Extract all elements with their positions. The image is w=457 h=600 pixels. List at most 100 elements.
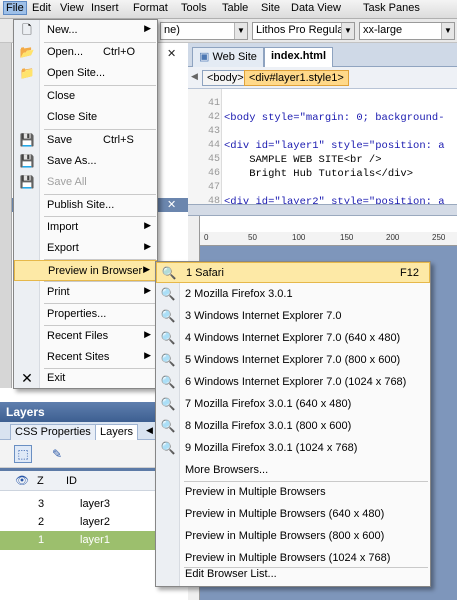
menu-site[interactable]: Site [261,2,280,14]
ruler-tick: 250 [432,233,446,242]
browser-item-firefox-800[interactable]: 🔍 8 Mozilla Firefox 3.0.1 (800 x 600) [156,416,430,437]
save-all-icon: 💾 [19,175,35,189]
menu-task-panes[interactable]: Task Panes [363,2,420,14]
browser-item-label: Edit Browser List... [185,568,277,580]
layer-z: 3 [38,498,45,510]
browser-item-firefox-1024[interactable]: 🔍 9 Mozilla Firefox 3.0.1 (1024 x 768) [156,438,430,459]
chevron-down-icon[interactable]: ▼ [234,23,247,39]
menu-view[interactable]: View [60,2,84,14]
menu-item-multi-browsers-800[interactable]: Preview in Multiple Browsers (800 x 600) [156,526,430,547]
draw-layer-icon[interactable]: ✎ [48,445,66,463]
save-as-icon: 💾 [19,154,35,168]
chevron-down-icon[interactable]: ▼ [341,23,354,39]
column-z[interactable]: Z [37,475,44,487]
menu-item-recent-files[interactable]: Recent Files ▶ [14,326,157,347]
menu-item-shortcut: Ctrl+O [103,46,136,58]
layer-z: 1 [38,534,45,546]
menu-item-save-as[interactable]: 💾 Save As... [14,151,157,172]
close-icon[interactable]: ✕ [167,198,176,211]
chevron-left-icon[interactable]: ◀ [146,425,153,436]
layer-z: 2 [38,516,45,528]
menu-item-exit[interactable]: ✕ Exit [14,368,157,389]
menu-item-publish-site[interactable]: Publish Site... [14,195,157,216]
tab-web-site[interactable]: ▣ Web Site [192,47,264,67]
size-combo[interactable]: xx-large ▼ [359,22,455,40]
browser-item-label: Preview in Multiple Browsers [185,486,326,498]
browser-item-label: 9 Mozilla Firefox 3.0.1 (1024 x 768) [185,442,358,454]
menu-item-import[interactable]: Import ▶ [14,217,157,238]
menu-item-label: Close [47,90,76,102]
browser-item-ie7-1024[interactable]: 🔍 6 Windows Internet Explorer 7.0 (1024 … [156,372,430,393]
browser-item-label: 1 Safari [186,267,224,279]
split-view-divider[interactable] [188,204,457,216]
menu-tools[interactable]: Tools [181,2,207,14]
menu-item-preview-in-browser[interactable]: Preview in Browser ▶ [14,260,157,281]
menu-edit[interactable]: Edit [32,2,51,14]
browser-item-label: More Browsers... [185,464,269,476]
menu-item-properties[interactable]: Properties... [14,304,157,325]
submenu-arrow-icon: ▶ [144,23,151,33]
menu-item-open[interactable]: 📂 Open... Ctrl+O [14,42,157,63]
line-number: 42 [207,112,220,123]
tab-layers[interactable]: Layers [95,424,139,440]
menu-item-multi-browsers-640[interactable]: Preview in Multiple Browsers (640 x 480) [156,504,430,525]
browser-item-ie7-640[interactable]: 🔍 4 Windows Internet Explorer 7.0 (640 x… [156,328,430,349]
submenu-arrow-icon: ▶ [144,329,151,339]
column-id[interactable]: ID [66,475,77,487]
submenu-arrow-icon: ▶ [144,285,151,295]
line-number: 43 [207,126,220,137]
menu-item-recent-sites[interactable]: Recent Sites ▶ [14,347,157,368]
line-number: 47 [207,182,220,193]
menu-item-label: Recent Files [47,330,109,342]
browser-item-label: Preview in Multiple Browsers (800 x 600) [185,530,385,542]
chevron-down-icon[interactable]: ▼ [441,23,454,39]
menu-format[interactable]: Format [133,2,168,14]
browser-item-firefox-640[interactable]: 🔍 7 Mozilla Firefox 3.0.1 (640 x 480) [156,394,430,415]
menu-item-print[interactable]: Print ▶ [14,282,157,303]
chevron-left-icon[interactable]: ◀ [191,71,198,82]
font-combo[interactable]: Lithos Pro Regular ▼ [252,22,355,40]
code-line: Bright Hub Tutorials</div> [224,168,414,180]
menu-item-more-browsers[interactable]: More Browsers... [156,460,430,481]
menu-item-close-site[interactable]: Close Site [14,107,157,128]
line-number: 46 [207,168,220,179]
close-icon[interactable]: ✕ [167,47,176,60]
menu-data-view[interactable]: Data View [291,2,341,14]
menu-insert[interactable]: Insert [91,2,119,14]
menu-item-label: Properties... [47,308,107,320]
browser-item-ie7[interactable]: 🔍 3 Windows Internet Explorer 7.0 [156,306,430,327]
menu-item-label: Recent Sites [47,351,110,363]
ruler-tick: 50 [248,233,257,242]
browser-item-label: 7 Mozilla Firefox 3.0.1 (640 x 480) [185,398,352,410]
style-combo[interactable]: ne) ▼ [160,22,248,40]
menu-item-new[interactable]: 🗋 New... ▶ [14,20,157,41]
size-combo-value: xx-large [363,24,403,36]
menu-item-open-site[interactable]: 📁 Open Site... [14,63,157,84]
menu-item-edit-browser-list[interactable]: Edit Browser List... [156,564,430,585]
tab-css-properties[interactable]: CSS Properties [10,424,96,440]
submenu-arrow-icon: ▶ [144,350,151,360]
browser-item-firefox[interactable]: 🔍 2 Mozilla Firefox 3.0.1 [156,284,430,305]
menu-item-label: Preview in Browser [48,265,143,277]
ruler-tick: 200 [386,233,400,242]
menu-item-multi-browsers[interactable]: Preview in Multiple Browsers [156,482,430,503]
ruler-tick: 150 [340,233,354,242]
tab-web-site-label: Web Site [212,51,257,63]
insert-layer-icon[interactable]: ⬚ [14,445,32,463]
browser-item-safari[interactable]: 🔍 1 Safari F12 [156,262,430,283]
menu-item-label: Close Site [47,111,98,123]
tag-div-layer1[interactable]: <div#layer1.style1> [244,70,349,86]
browser-item-ie7-800[interactable]: 🔍 5 Windows Internet Explorer 7.0 (800 x… [156,350,430,371]
menu-item-save-all: 💾 Save All [14,172,157,193]
menu-item-save[interactable]: 💾 Save Ctrl+S [14,130,157,151]
layer-id: layer1 [80,534,110,546]
visibility-eye-icon[interactable]: 👁 [15,474,29,487]
menu-item-close[interactable]: Close [14,86,157,107]
tab-index-html[interactable]: index.html [264,47,334,67]
browser-item-label: 3 Windows Internet Explorer 7.0 [185,310,342,322]
layer-id: layer2 [80,516,110,528]
tag-body[interactable]: <body> [202,70,249,86]
menu-file[interactable]: File [3,1,27,15]
menu-table[interactable]: Table [222,2,248,14]
menu-item-export[interactable]: Export ▶ [14,238,157,259]
